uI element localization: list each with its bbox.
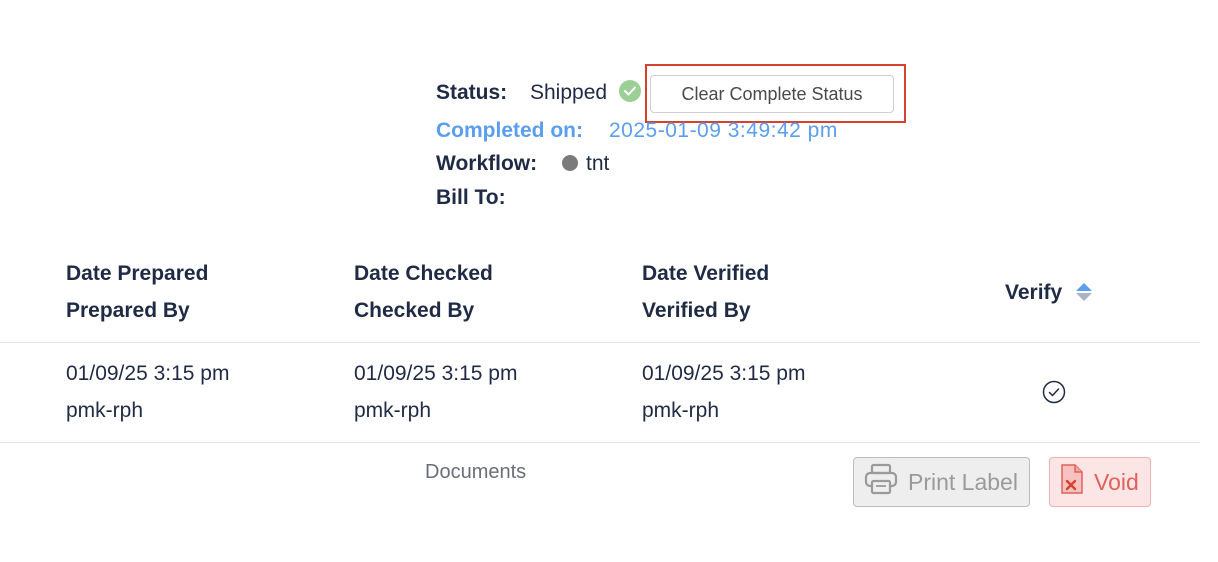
clear-complete-status-button[interactable]: Clear Complete Status	[650, 75, 894, 113]
cell-date-verified: 01/09/25 3:15 pm	[642, 362, 806, 385]
status-check-icon	[619, 80, 641, 102]
print-label-button[interactable]: Print Label	[853, 457, 1030, 507]
cell-date-prepared: 01/09/25 3:15 pm	[66, 362, 230, 385]
header-prepared-by: Prepared By	[66, 299, 190, 322]
header-checked-by: Checked By	[354, 299, 475, 322]
workflow-dot-icon	[562, 155, 578, 171]
void-text: Void	[1094, 468, 1139, 495]
documents-label[interactable]: Documents	[425, 461, 526, 484]
status-value: Shipped	[530, 81, 608, 104]
header-date-verified: Date Verified	[642, 262, 770, 285]
header-verified-by: Verified By	[642, 299, 751, 322]
table-divider	[0, 342, 1200, 343]
table-divider	[0, 442, 1200, 443]
completed-on-label: Completed on:	[436, 119, 583, 142]
cell-checked-by: pmk-rph	[354, 399, 432, 422]
printer-icon	[864, 463, 898, 501]
check-circle-icon	[1042, 380, 1066, 404]
status-label: Status:	[436, 81, 508, 104]
cell-date-checked: 01/09/25 3:15 pm	[354, 362, 518, 385]
bill-to-label: Bill To:	[436, 186, 506, 209]
file-x-icon	[1060, 463, 1084, 501]
header-date-checked: Date Checked	[354, 262, 493, 285]
void-button[interactable]: Void	[1049, 457, 1151, 507]
cell-verified-by: pmk-rph	[642, 399, 720, 422]
workflow-value: tnt	[586, 152, 610, 175]
sort-icon[interactable]	[1075, 282, 1093, 302]
workflow-label: Workflow:	[436, 152, 538, 175]
print-label-text: Print Label	[908, 468, 1018, 495]
header-verify[interactable]: Verify	[1005, 281, 1062, 305]
completed-on-value: 2025-01-09 3:49:42 pm	[609, 119, 838, 142]
header-date-prepared: Date Prepared	[66, 262, 209, 285]
cell-prepared-by: pmk-rph	[66, 399, 144, 422]
